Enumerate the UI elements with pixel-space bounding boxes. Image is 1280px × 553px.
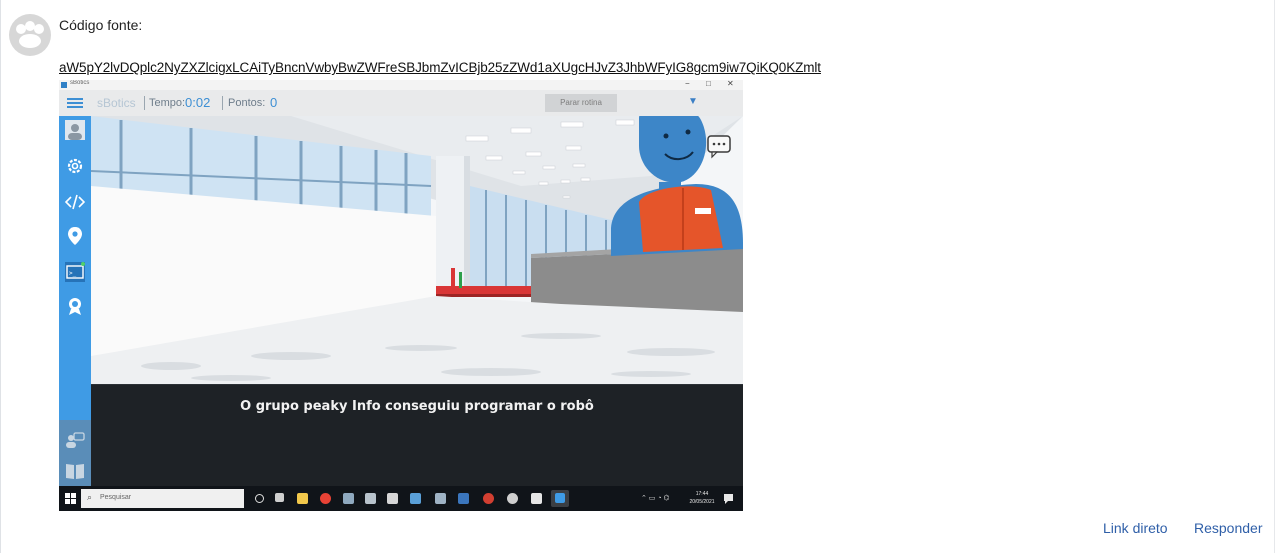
points-label: Pontos: bbox=[228, 97, 266, 109]
maximize-button[interactable]: □ bbox=[706, 80, 711, 88]
simulation-viewport[interactable] bbox=[91, 116, 743, 384]
user-icon[interactable] bbox=[65, 120, 85, 140]
taskbar-app-icon[interactable] bbox=[531, 493, 542, 504]
award-icon[interactable] bbox=[65, 296, 85, 316]
speech-bubble-icon[interactable] bbox=[707, 135, 731, 159]
taskbar-app-icon[interactable] bbox=[343, 493, 354, 504]
avatar-placeholder-icon bbox=[16, 21, 44, 48]
time-label: Tempo: bbox=[149, 97, 186, 109]
search-icon: ⌕ bbox=[87, 492, 93, 502]
taskbar-app-icon[interactable] bbox=[387, 493, 398, 504]
system-tray[interactable]: ⌃ ▭ ◔ ⌬ bbox=[641, 494, 670, 502]
close-button[interactable]: ✕ bbox=[727, 80, 734, 88]
right-border bbox=[1274, 0, 1275, 553]
chrome-icon[interactable] bbox=[320, 493, 331, 504]
sidebar: >_ bbox=[59, 116, 91, 486]
console-output: O grupo peaky Info conseguiu programar o… bbox=[240, 399, 594, 414]
clock-time: 17:44 bbox=[695, 491, 709, 497]
notification-icon[interactable] bbox=[723, 493, 734, 504]
sbotics-icon bbox=[555, 493, 565, 503]
word-icon[interactable] bbox=[458, 493, 469, 504]
time-value: 0:02 bbox=[185, 95, 211, 110]
divider bbox=[222, 96, 223, 110]
taskbar-app-icon[interactable] bbox=[275, 493, 284, 502]
app-icon bbox=[61, 82, 67, 88]
windows-taskbar: ⌕ Pesquisar ⌃ ▭ ◔ ⌬ 17:44 20/05/2021 bbox=[59, 486, 743, 511]
settings-icon[interactable] bbox=[65, 156, 85, 176]
hamburger-menu-icon[interactable] bbox=[67, 98, 83, 108]
chevron-down-icon[interactable]: ▼ bbox=[688, 96, 698, 107]
taskbar-app-icon[interactable] bbox=[435, 493, 446, 504]
taskbar-clock[interactable]: 17:44 20/05/2021 bbox=[687, 490, 717, 506]
minimize-button[interactable]: − bbox=[685, 80, 690, 88]
embedded-screenshot[interactable]: sBotics − □ ✕ sBotics Tempo: 0:02 Pontos… bbox=[59, 80, 743, 511]
windows-start-icon[interactable] bbox=[65, 493, 76, 504]
taskbar-app-icon[interactable] bbox=[365, 493, 376, 504]
settings-icon[interactable] bbox=[507, 493, 518, 504]
book-icon[interactable] bbox=[65, 461, 85, 481]
console-panel: O grupo peaky Info conseguiu programar o… bbox=[91, 384, 743, 487]
reply-link[interactable]: Responder bbox=[1194, 520, 1263, 536]
window-titlebar: sBotics − □ ✕ bbox=[59, 80, 743, 90]
chat-icon[interactable] bbox=[65, 430, 85, 450]
file-explorer-icon[interactable] bbox=[297, 493, 308, 504]
points-value: 0 bbox=[270, 95, 278, 110]
svg-text:>_: >_ bbox=[69, 270, 77, 277]
location-pin-icon[interactable] bbox=[65, 226, 85, 246]
scene-render bbox=[91, 116, 743, 384]
brand: sBotics bbox=[97, 96, 136, 110]
direct-link[interactable]: Link direto bbox=[1103, 520, 1168, 536]
divider bbox=[144, 96, 145, 110]
code-icon[interactable] bbox=[65, 192, 85, 212]
terminal-icon[interactable]: >_ bbox=[65, 262, 85, 282]
clock-date: 20/05/2021 bbox=[689, 499, 715, 505]
window-title: sBotics bbox=[70, 80, 90, 86]
stop-routine-button[interactable]: Parar rotina bbox=[545, 94, 617, 112]
post-label: Código fonte: bbox=[59, 17, 143, 33]
app-toolbar: sBotics Tempo: 0:02 Pontos: 0 Parar roti… bbox=[59, 90, 743, 116]
avatar[interactable] bbox=[9, 14, 51, 56]
taskbar-app-icon[interactable] bbox=[483, 493, 494, 504]
task-view-icon[interactable] bbox=[255, 494, 264, 503]
taskbar-search-placeholder: Pesquisar bbox=[100, 494, 132, 501]
left-border bbox=[0, 0, 1, 553]
taskbar-app-icon[interactable] bbox=[410, 493, 421, 504]
source-code-link[interactable]: aW5pY2lvDQplc2NyZXZlcigxLCAiTyBncnVwbyBw… bbox=[59, 60, 821, 75]
